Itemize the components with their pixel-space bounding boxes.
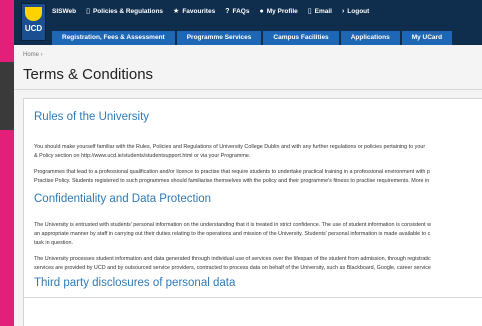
section-heading-third-party: Third party disclosures of personal data [34,277,236,289]
rules-paragraph-2: Programmes that lead to a professional q… [34,168,430,186]
logout-label: Logout [347,7,370,15]
link-faqs[interactable]: ? FAQs [225,8,249,15]
logout-icon: › [341,7,345,15]
text-line: an appropriate manner by staff in carryi… [34,231,431,237]
breadcrumb[interactable]: Home › [23,52,43,58]
text-line: & Policy section on http://www.ucd.ie/st… [34,153,251,159]
tab-registration-fees-assessment[interactable]: Registration, Fees & Assessment [52,31,175,45]
text-line: task in question. [34,240,73,246]
book-icon: ▯ [86,8,90,15]
logo-text: UCD [24,24,43,33]
divider [14,89,482,90]
section-divider [24,297,482,298]
text-line: The University processes student informa… [34,256,431,262]
text-line: services are provided by UCD and by outs… [34,265,431,271]
confidentiality-paragraph-1: The University is entrusted with student… [34,221,431,248]
left-dark-panel [0,62,14,130]
email-label: Email [314,7,332,15]
my-profile-label: My Profile [266,7,298,15]
browser-page: UCD SISWeb ▯ Policies & Regulations ★ Fa… [14,0,482,326]
utility-links: SISWeb ▯ Policies & Regulations ★ Favour… [52,4,379,18]
ucd-logo[interactable]: UCD [21,3,46,41]
tab-programme-services[interactable]: Programme Services [176,31,262,45]
link-my-profile[interactable]: ● My Profile [259,8,297,15]
faqs-label: FAQs [232,7,250,15]
favourites-label: Favourites [182,7,216,15]
text-line: Programmes that lead to a professional q… [34,169,430,175]
question-icon: ? [225,7,230,15]
tab-campus-facilities[interactable]: Campus Facilities [263,31,339,45]
link-sisweb[interactable]: SISWeb [52,8,76,15]
text-line: The University is entrusted with student… [34,222,432,228]
text-line: Practise Policy. Students registered to … [34,178,430,184]
top-navigation-bar: UCD SISWeb ▯ Policies & Regulations ★ Fa… [14,0,482,45]
main-tabs: Registration, Fees & Assessment Programm… [52,29,454,45]
confidentiality-paragraph-2: The University processes student informa… [34,255,431,273]
link-logout[interactable]: › Logout [342,8,369,15]
section-heading-rules: Rules of the University [34,111,150,123]
page-title: Terms & Conditions [23,66,154,83]
star-icon: ★ [173,8,180,15]
sisweb-label: SISWeb [52,7,77,15]
crest-icon [25,7,42,21]
policies-label: Policies & Regulations [92,7,164,15]
tab-applications[interactable]: Applications [340,31,400,45]
section-heading-confidentiality: Confidentiality and Data Protection [34,193,212,205]
text-line: You should make yourself familiar with t… [34,144,426,150]
terms-content-panel: Rules of the University You should make … [23,98,482,326]
link-email[interactable]: ▯ Email [307,7,332,16]
link-policies[interactable]: ▯ Policies & Regulations [86,7,164,16]
rules-paragraph-1: You should make yourself familiar with t… [34,143,425,161]
email-icon: ▯ [307,8,312,15]
link-favourites[interactable]: ★ Favourites [173,7,216,16]
tab-my-ucard[interactable]: My UCard [401,31,453,45]
user-icon: ● [259,7,264,15]
